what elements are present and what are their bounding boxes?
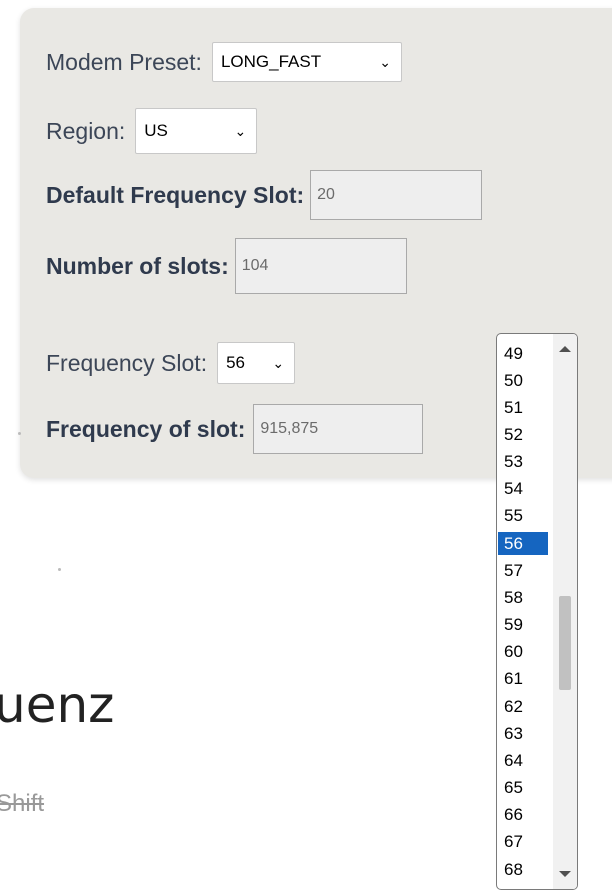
- slot-option[interactable]: 67: [498, 830, 548, 853]
- slot-option[interactable]: 60: [498, 640, 548, 663]
- region-row: Region: US ⌄: [46, 108, 258, 154]
- slot-option[interactable]: 51: [498, 396, 548, 419]
- slot-option[interactable]: 66: [498, 803, 548, 826]
- region-select[interactable]: US ⌄: [135, 108, 258, 154]
- scrollbar[interactable]: [553, 334, 577, 889]
- freq-slot-value: 56: [226, 353, 246, 372]
- slot-option[interactable]: 62: [498, 695, 548, 718]
- num-slots-row: Number of slots: 104: [46, 238, 407, 294]
- slot-option[interactable]: 59: [498, 613, 548, 636]
- chevron-down-icon: ⌄: [272, 354, 285, 371]
- slot-option[interactable]: 54: [498, 477, 548, 500]
- default-slot-field[interactable]: 20: [310, 170, 483, 220]
- modem-preset-label: Modem Preset:: [46, 48, 202, 75]
- region-value: US: [144, 121, 168, 140]
- modem-preset-select[interactable]: LONG_FAST ⌄: [211, 42, 402, 82]
- freq-of-slot-label: Frequency of slot:: [46, 415, 246, 442]
- slot-option[interactable]: 52: [498, 423, 548, 446]
- num-slots-field[interactable]: 104: [234, 238, 407, 294]
- slot-option[interactable]: 55: [498, 504, 548, 527]
- scroll-down-icon[interactable]: [559, 871, 571, 877]
- slot-option[interactable]: 53: [498, 450, 548, 473]
- background-heading: uenz: [0, 676, 115, 734]
- freq-of-slot-row: Frequency of slot: 915,875: [46, 404, 424, 454]
- region-label: Region:: [46, 117, 126, 144]
- slot-option[interactable]: 65: [498, 776, 548, 799]
- background-dot: [18, 432, 21, 435]
- slot-option[interactable]: 58: [498, 586, 548, 609]
- slot-option[interactable]: 57: [498, 559, 548, 582]
- freq-slot-row: Frequency Slot: 56 ⌄: [46, 342, 296, 384]
- slot-option[interactable]: 68: [498, 858, 548, 881]
- freq-slot-select[interactable]: 56 ⌄: [217, 342, 296, 384]
- freq-slot-label: Frequency Slot:: [46, 349, 208, 376]
- num-slots-label: Number of slots:: [46, 252, 229, 279]
- chevron-down-icon: ⌄: [234, 122, 247, 139]
- slot-option[interactable]: 64: [498, 749, 548, 772]
- slot-option-selected[interactable]: 56: [498, 532, 548, 555]
- slot-option[interactable]: 61: [498, 667, 548, 690]
- freq-of-slot-field[interactable]: 915,875: [253, 404, 424, 454]
- modem-preset-row: Modem Preset: LONG_FAST ⌄: [46, 42, 402, 82]
- default-slot-row: Default Frequency Slot: 20: [46, 170, 483, 220]
- slot-option[interactable]: 49: [498, 342, 548, 365]
- background-subtext: Shift: [0, 790, 45, 817]
- default-slot-value: 20: [317, 186, 335, 203]
- num-slots-value: 104: [241, 257, 269, 274]
- modem-preset-value: LONG_FAST: [220, 52, 322, 71]
- scroll-up-icon[interactable]: [559, 346, 571, 352]
- freq-of-slot-value: 915,875: [260, 420, 319, 437]
- scrollbar-thumb[interactable]: [559, 596, 571, 690]
- slot-option[interactable]: 50: [498, 369, 548, 392]
- background-dot: [58, 568, 61, 571]
- frequency-slot-dropdown-list[interactable]: 49 50 51 52 53 54 55 56 57 58 59 60 61 6…: [496, 333, 578, 890]
- default-slot-label: Default Frequency Slot:: [46, 181, 305, 208]
- chevron-down-icon: ⌄: [379, 53, 391, 70]
- slot-option[interactable]: 63: [498, 722, 548, 745]
